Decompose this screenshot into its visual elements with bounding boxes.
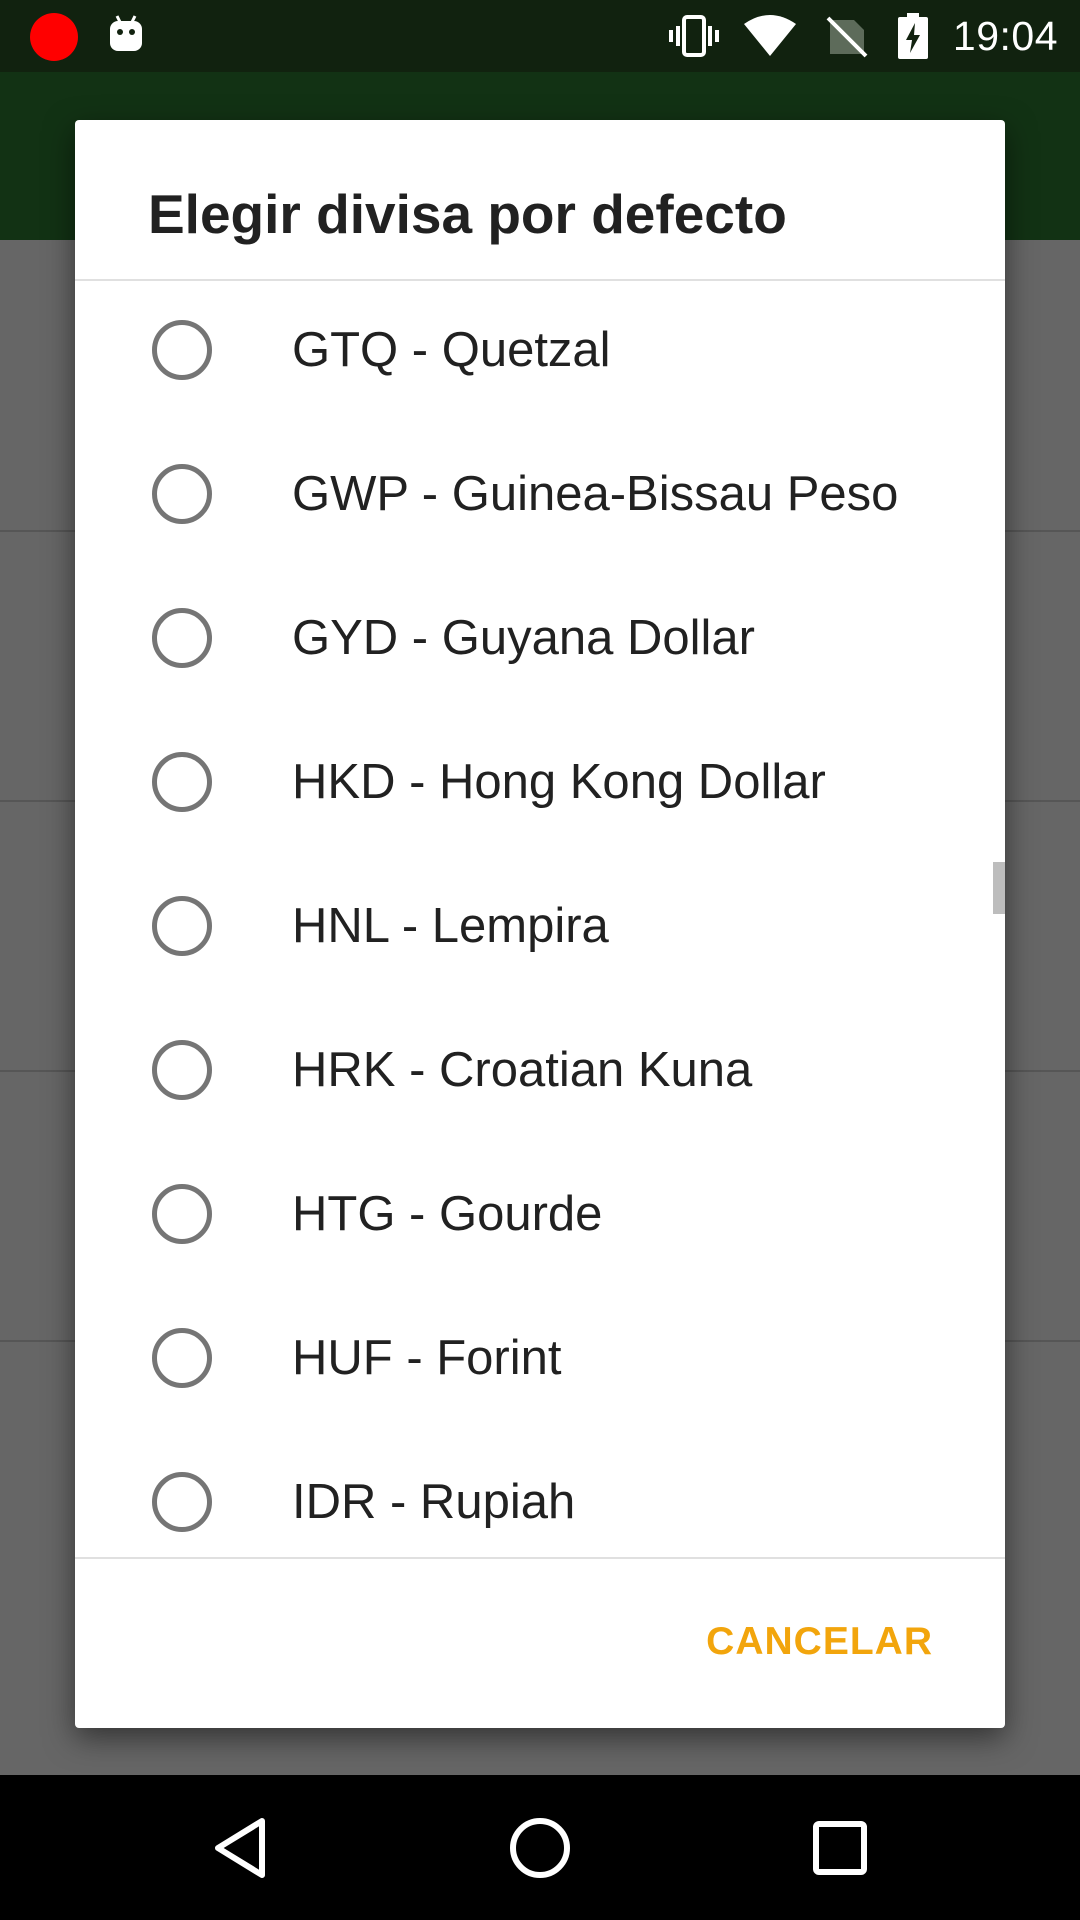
- currency-label: HTG - Gourde: [292, 1187, 603, 1241]
- divider: [75, 1557, 1005, 1559]
- currency-label: HRK - Croatian Kuna: [292, 1043, 753, 1097]
- radio-button[interactable]: [152, 752, 212, 812]
- currency-list[interactable]: GTQ - Quetzal GWP - Guinea-Bissau Peso G…: [75, 281, 1005, 1557]
- list-item[interactable]: HKD - Hong Kong Dollar: [75, 710, 1005, 854]
- cancel-button[interactable]: CANCELAR: [706, 1620, 933, 1664]
- dialog-title: Elegir divisa por defecto: [148, 183, 787, 245]
- currency-label: HKD - Hong Kong Dollar: [292, 755, 826, 809]
- currency-label: HUF - Forint: [292, 1331, 562, 1385]
- scrollbar[interactable]: [993, 862, 1005, 914]
- radio-button[interactable]: [152, 1472, 212, 1532]
- recents-icon[interactable]: [795, 1803, 885, 1893]
- android-icon: [108, 14, 144, 54]
- radio-button[interactable]: [152, 896, 212, 956]
- currency-dialog: Elegir divisa por defecto GTQ - Quetzal …: [75, 120, 1005, 1728]
- no-sim-icon: [819, 13, 873, 59]
- status-bar: 19:04: [0, 0, 1080, 72]
- radio-button[interactable]: [152, 1040, 212, 1100]
- home-icon[interactable]: [495, 1803, 585, 1893]
- list-item[interactable]: IDR - Rupiah: [75, 1430, 1005, 1557]
- currency-label: GYD - Guyana Dollar: [292, 611, 755, 665]
- battery-charging-icon: [895, 13, 931, 59]
- currency-label: HNL - Lempira: [292, 899, 609, 953]
- navigation-bar: [0, 1775, 1080, 1920]
- list-item[interactable]: GWP - Guinea-Bissau Peso: [75, 422, 1005, 566]
- radio-button[interactable]: [152, 464, 212, 524]
- currency-label: GWP - Guinea-Bissau Peso: [292, 467, 899, 521]
- back-icon[interactable]: [195, 1803, 285, 1893]
- currency-label: GTQ - Quetzal: [292, 323, 611, 377]
- list-item[interactable]: HNL - Lempira: [75, 854, 1005, 998]
- radio-button[interactable]: [152, 1328, 212, 1388]
- list-item[interactable]: HUF - Forint: [75, 1286, 1005, 1430]
- clock: 19:04: [952, 12, 1058, 59]
- currency-label: IDR - Rupiah: [292, 1475, 576, 1529]
- radio-button[interactable]: [152, 320, 212, 380]
- list-item[interactable]: GTQ - Quetzal: [75, 281, 1005, 422]
- record-icon: [30, 13, 78, 61]
- list-item[interactable]: HTG - Gourde: [75, 1142, 1005, 1286]
- wifi-icon: [743, 13, 797, 59]
- radio-button[interactable]: [152, 608, 212, 668]
- vibrate-icon: [667, 13, 721, 59]
- list-item[interactable]: HRK - Croatian Kuna: [75, 998, 1005, 1142]
- radio-button[interactable]: [152, 1184, 212, 1244]
- list-item[interactable]: GYD - Guyana Dollar: [75, 566, 1005, 710]
